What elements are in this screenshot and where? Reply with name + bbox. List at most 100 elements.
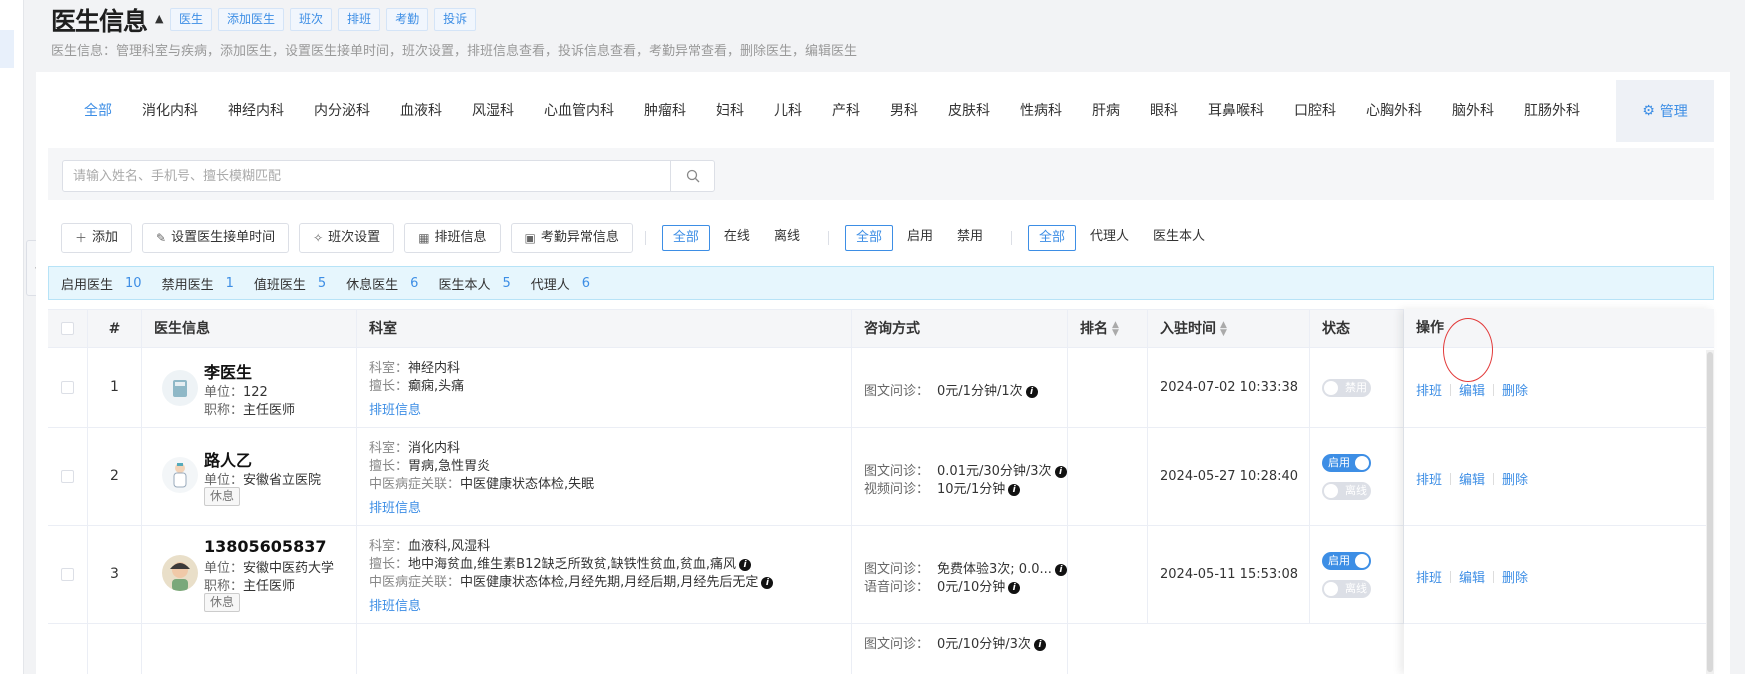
delete-link[interactable]: 删除 <box>1502 380 1528 399</box>
select-all-checkbox[interactable] <box>61 322 74 335</box>
plus-icon: ＋ <box>75 231 88 245</box>
quick-tab-attendance[interactable]: 考勤 <box>386 8 429 31</box>
divider <box>1493 383 1495 396</box>
department-tab[interactable]: 男科 <box>890 100 918 120</box>
department-tab[interactable]: 肿瘤科 <box>644 100 686 120</box>
add-button[interactable]: ＋添加 <box>61 223 133 253</box>
info-icon[interactable]: i <box>1008 483 1021 496</box>
department-tab[interactable]: 心胸外科 <box>1366 100 1422 120</box>
edit-link[interactable]: 编辑 <box>1459 469 1485 488</box>
department-tab[interactable]: 皮肤科 <box>948 100 990 120</box>
info-icon[interactable]: i <box>1008 581 1021 594</box>
divider <box>827 231 829 245</box>
shift-settings-button[interactable]: ✧ 班次设置 <box>299 223 395 253</box>
department-tab[interactable]: 眼科 <box>1150 100 1178 120</box>
scrollbar-thumb[interactable] <box>1707 352 1713 672</box>
schedule-link[interactable]: 排班 <box>1416 567 1442 586</box>
quick-tab-add-doctor[interactable]: 添加医生 <box>218 8 285 31</box>
ops-row: 排班 编辑 删除 <box>1404 428 1714 526</box>
info-icon[interactable]: i <box>739 558 752 571</box>
schedule-info-link[interactable]: 排班信息 <box>369 399 421 418</box>
quick-tab-shift[interactable]: 班次 <box>290 8 333 31</box>
delete-link[interactable]: 删除 <box>1502 469 1528 488</box>
online-switch[interactable]: 离线 <box>1322 482 1371 500</box>
specialty-line: 擅长：地中海贫血,维生素B12缺乏所致贫,缺铁性贫血,贫血,痛风 i <box>369 553 752 572</box>
online-filter-offline[interactable]: 离线 <box>764 225 810 251</box>
doctor-unit: 单位：安徽中医药大学 <box>204 561 335 576</box>
department-tab[interactable]: 神经内科 <box>228 100 284 120</box>
role-filter-self[interactable]: 医生本人 <box>1143 225 1215 251</box>
schedule-info-button[interactable]: ▦ 排班信息 <box>404 223 501 253</box>
row-checkbox[interactable] <box>61 470 74 483</box>
department-tab[interactable]: 性病科 <box>1020 100 1062 120</box>
schedule-link[interactable]: 排班 <box>1416 469 1442 488</box>
info-icon[interactable]: i <box>761 576 774 589</box>
caret-up-icon[interactable]: ▲ <box>155 12 163 25</box>
edit-link[interactable]: 编辑 <box>1459 380 1485 399</box>
online-switch[interactable]: 离线 <box>1322 580 1371 598</box>
department-tab[interactable]: 妇科 <box>716 100 744 120</box>
department-tab[interactable]: 耳鼻喉科 <box>1208 100 1264 120</box>
role-filter: 全部 代理人 医生本人 <box>1028 225 1219 251</box>
quick-tab-schedule[interactable]: 排班 <box>338 8 381 31</box>
enable-filter-enabled[interactable]: 启用 <box>897 225 943 251</box>
row-checkbox[interactable] <box>61 568 74 581</box>
stats-bar: 启用医生 10 禁用医生 1 值班医生 5 休息医生 6 医生本人 5 代理人 6 <box>48 266 1714 300</box>
divider <box>1493 570 1495 583</box>
schedule-info-link[interactable]: 排班信息 <box>369 595 421 614</box>
schedule-info-link[interactable]: 排班信息 <box>369 497 421 516</box>
schedule-link[interactable]: 排班 <box>1416 380 1442 399</box>
department-tab[interactable]: 消化内科 <box>142 100 198 120</box>
department-tab[interactable]: 风湿科 <box>472 100 514 120</box>
consult-cell: 图文问诊： 免费体验3次; 0.0... i 语音问诊： 0元/10分钟 i <box>852 526 1068 623</box>
department-tab[interactable]: 肝病 <box>1092 100 1120 120</box>
side-nav-selected[interactable] <box>0 30 14 68</box>
column-header-department: 科室 <box>357 310 852 348</box>
set-order-time-button[interactable]: ✎ 设置医生接单时间 <box>142 223 290 253</box>
sort-icon[interactable]: ▲ ▼ <box>1112 321 1119 338</box>
column-header-joined[interactable]: 入驻时间 ▲ ▼ <box>1148 310 1310 348</box>
delete-link[interactable]: 删除 <box>1502 567 1528 586</box>
department-tab[interactable]: 儿科 <box>774 100 802 120</box>
quick-tab-complaint[interactable]: 投诉 <box>434 8 477 31</box>
search-button[interactable] <box>670 161 714 191</box>
divider <box>644 231 646 245</box>
attendance-anomaly-button[interactable]: ▣ 考勤异常信息 <box>510 223 633 253</box>
row-checkbox[interactable] <box>61 381 74 394</box>
enable-switch[interactable]: 禁用 <box>1322 379 1371 397</box>
search-input[interactable] <box>63 161 663 191</box>
page-title: 医生信息 <box>51 7 148 36</box>
enable-switch[interactable]: 启用 <box>1322 454 1371 472</box>
online-filter-online[interactable]: 在线 <box>714 225 760 251</box>
consult-cell: 图文问诊： 0.01元/30分钟/3次 i 视频问诊： 10元/1分钟 i <box>852 428 1068 525</box>
info-icon[interactable]: i <box>1054 563 1067 576</box>
dept-line: 科室：神经内科 <box>369 361 461 376</box>
page-description: 医生信息：管理科室与疾病，添加医生，设置医生接单时间，班次设置，排班信息查看，投… <box>51 44 858 59</box>
department-tab[interactable]: 产科 <box>832 100 860 120</box>
info-icon[interactable]: i <box>1033 638 1046 651</box>
department-tab[interactable]: 心血管内科 <box>544 100 614 120</box>
edit-link[interactable]: 编辑 <box>1459 567 1485 586</box>
department-tab[interactable]: 血液科 <box>400 100 442 120</box>
enable-filter-disabled[interactable]: 禁用 <box>947 225 993 251</box>
info-icon[interactable]: i <box>1054 465 1067 478</box>
info-icon[interactable]: i <box>1025 385 1038 398</box>
department-tab[interactable]: 脑外科 <box>1452 100 1494 120</box>
department-tab[interactable]: 口腔科 <box>1294 100 1336 120</box>
consult-line: 图文问诊： 0元/10分钟/3次 i <box>864 633 1046 652</box>
role-filter-agent[interactable]: 代理人 <box>1080 225 1139 251</box>
department-tab[interactable]: 内分泌科 <box>314 100 370 120</box>
manage-button[interactable]: ⚙ 管理 <box>1616 80 1714 142</box>
sort-icon[interactable]: ▲ ▼ <box>1220 321 1227 338</box>
enable-switch[interactable]: 启用 <box>1322 552 1371 570</box>
department-tab[interactable]: 全部 <box>84 100 112 120</box>
online-filter-all[interactable]: 全部 <box>661 225 710 251</box>
column-header-index: # <box>88 310 142 348</box>
quick-tab-doctor[interactable]: 医生 <box>170 8 213 31</box>
column-header-rank[interactable]: 排名 ▲ ▼ <box>1068 310 1148 348</box>
role-filter-all[interactable]: 全部 <box>1028 225 1077 251</box>
department-tab[interactable]: 肛肠外科 <box>1524 100 1580 120</box>
doctor-title: 职称：主任医师 <box>204 579 296 594</box>
online-filter: 全部 在线 离线 <box>661 225 814 251</box>
enable-filter-all[interactable]: 全部 <box>844 225 893 251</box>
